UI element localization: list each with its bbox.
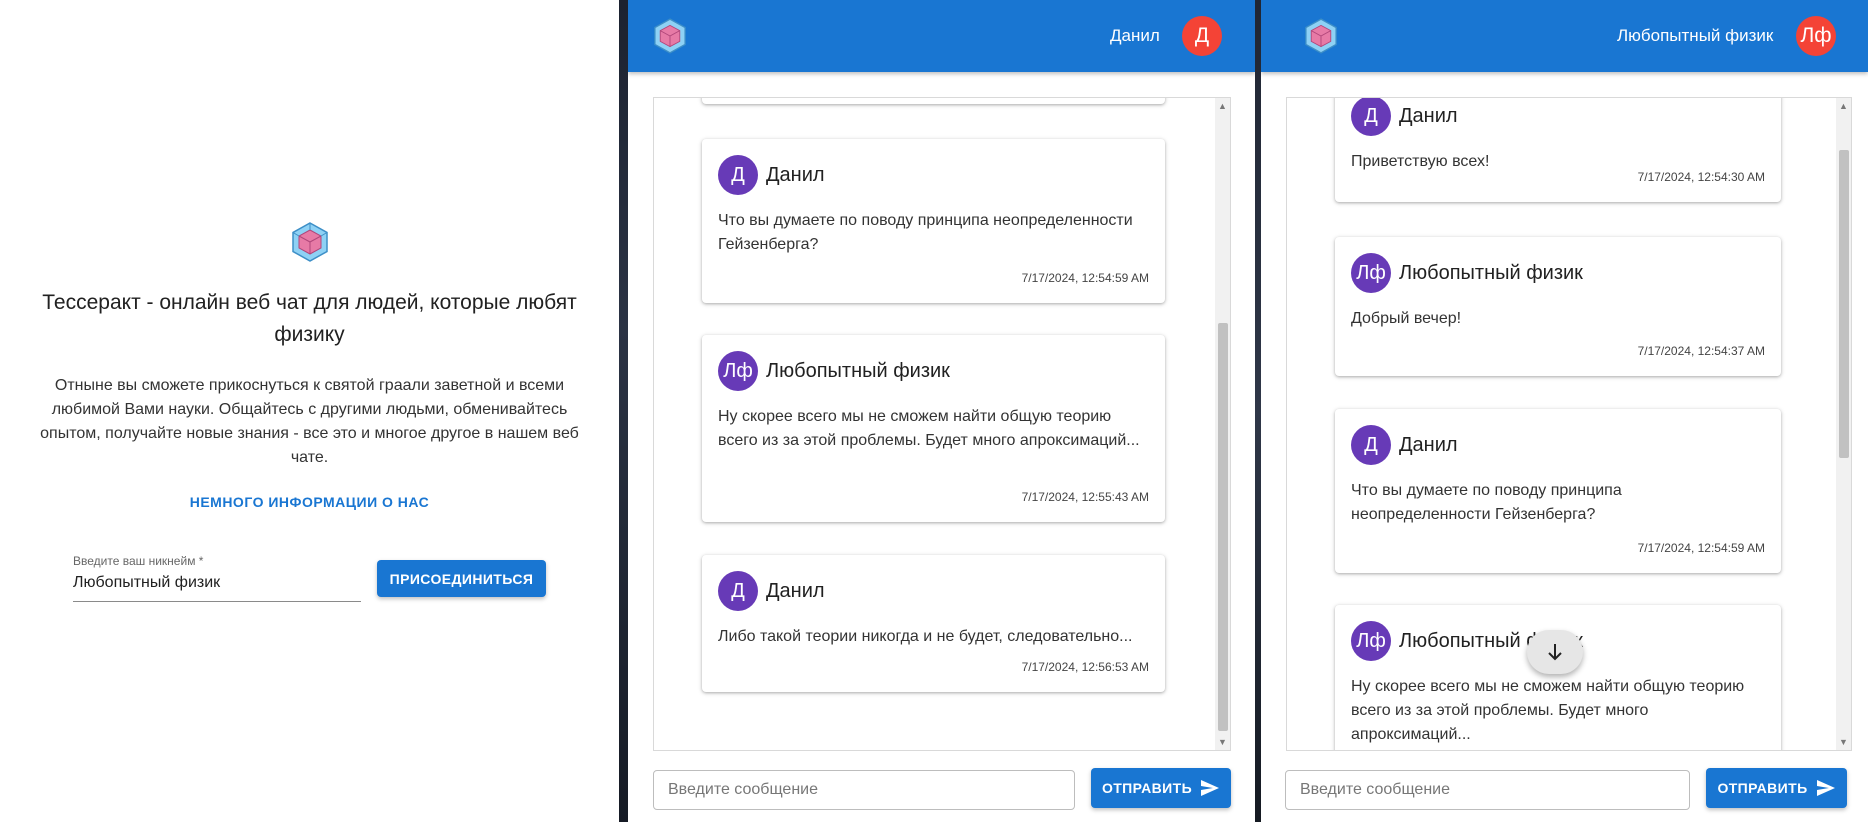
message-timestamp: 7/17/2024, 12:54:37 AM <box>1637 344 1765 358</box>
send-button[interactable]: Отправить <box>1091 768 1231 808</box>
join-button[interactable]: Присоединиться <box>377 560 546 597</box>
message-timestamp: 7/17/2024, 12:54:59 AM <box>1021 271 1149 285</box>
message-list[interactable]: Д Данил Приветствую всех! 7/17/2024, 12:… <box>1286 97 1852 751</box>
scrollbar[interactable]: ▲ ▼ <box>1836 98 1851 750</box>
send-button-label: Отправить <box>1101 780 1193 796</box>
current-user-name: Любопытный физик <box>1617 26 1774 45</box>
page-description: Отныне вы сможете прикоснуться к святой … <box>40 377 579 466</box>
scrollbar-thumb[interactable] <box>1218 323 1228 731</box>
author-avatar: Д <box>718 155 758 195</box>
current-user-name: Данил <box>1110 26 1160 45</box>
scroll-to-bottom-button[interactable] <box>1527 630 1583 674</box>
message-card: Лф Любопытный физик Ну скорее всего мы н… <box>1335 605 1781 750</box>
send-icon <box>1816 780 1835 796</box>
author-name: Данил <box>766 580 825 602</box>
message-input-wrapper[interactable] <box>1285 770 1690 810</box>
message-timestamp: 7/17/2024, 12:54:30 AM <box>1637 170 1765 184</box>
scrollbar[interactable]: ▲ ▼ <box>1215 98 1230 750</box>
scroll-down-arrow-icon[interactable]: ▼ <box>1215 734 1230 750</box>
author-avatar: Д <box>1351 425 1391 465</box>
message-input[interactable] <box>654 771 1074 809</box>
arrow-down-icon <box>1548 644 1562 661</box>
nickname-input[interactable] <box>73 574 361 592</box>
scrollbar-thumb[interactable] <box>1839 150 1849 458</box>
author-avatar: Лф <box>1351 253 1391 293</box>
message-timestamp: 7/17/2024, 12:54:59 AM <box>1637 541 1765 555</box>
tesseract-cube-icon <box>1305 18 1337 54</box>
message-list[interactable]: Д Данил Что вы думаете по поводу принцип… <box>653 97 1231 751</box>
message-card: Д Данил Что вы думаете по поводу принцип… <box>702 139 1165 303</box>
user-avatar[interactable]: Д <box>1182 16 1222 56</box>
message-text: Либо такой теории никогда и не будет, сл… <box>718 628 1133 645</box>
message-card: Лф Любопытный физик Добрый вечер! 7/17/2… <box>1335 237 1781 376</box>
message-timestamp: 7/17/2024, 12:56:53 AM <box>1021 660 1149 674</box>
author-name: Любопытный физик <box>1399 262 1583 284</box>
scroll-up-icon[interactable]: ▲ <box>1836 98 1851 114</box>
nickname-field[interactable]: Введите ваш никнейм * <box>73 552 361 602</box>
scroll-up-icon[interactable]: ▲ <box>1215 98 1230 114</box>
message-card: Лф Любопытный физик Ну скорее всего мы н… <box>702 335 1165 522</box>
app-bar: Любопытный физик Лф <box>1261 0 1868 72</box>
message-card: Д Данил Либо такой теории никогда и не б… <box>702 555 1165 692</box>
message-card: Д Данил Приветствую всех! 7/17/2024, 12:… <box>1335 98 1781 202</box>
message-timestamp: 7/17/2024, 12:55:43 AM <box>1021 490 1149 504</box>
message-input[interactable] <box>1286 771 1689 809</box>
user-avatar[interactable]: Лф <box>1796 16 1836 56</box>
send-button-label: Отправить <box>1717 780 1808 796</box>
tesseract-cube-icon <box>292 222 328 262</box>
nickname-label: Введите ваш никнейм * <box>73 554 204 568</box>
message-card-partial <box>702 98 1165 104</box>
app-bar: Данил Д <box>628 0 1255 72</box>
message-input-wrapper[interactable] <box>653 770 1075 810</box>
scroll-down-arrow-icon[interactable]: ▼ <box>1836 734 1851 750</box>
message-text: Ну скорее всего мы не сможем найти общую… <box>1351 678 1745 743</box>
chat-window-danil: Данил Д Д Данил Что вы думаете по поводу… <box>628 0 1255 822</box>
author-name: Данил <box>1399 105 1458 127</box>
message-text: Ну скорее всего мы не сможем найти общую… <box>718 408 1140 449</box>
page-title: Тессеракт - онлайн веб чат для людей, ко… <box>42 291 577 346</box>
send-button[interactable]: Отправить <box>1706 768 1847 808</box>
about-link[interactable]: Немного информации о нас <box>0 494 619 510</box>
author-avatar: Лф <box>1351 621 1391 661</box>
chat-window-physicist: Любопытный физик Лф Д Данил Приветствую … <box>1261 0 1868 822</box>
message-text: Добрый вечер! <box>1351 310 1462 327</box>
message-text: Что вы думаете по поводу принципа неопре… <box>718 212 1133 253</box>
message-text: Что вы думаете по поводу принципа неопре… <box>1351 482 1622 523</box>
author-avatar: Д <box>1351 98 1391 136</box>
landing-page: Тессеракт - онлайн веб чат для людей, ко… <box>0 0 619 822</box>
author-name: Данил <box>766 164 825 186</box>
tesseract-cube-icon <box>654 18 686 54</box>
author-avatar: Д <box>718 571 758 611</box>
message-card: Д Данил Что вы думаете по поводу принцип… <box>1335 409 1781 573</box>
author-name: Данил <box>1399 434 1458 456</box>
author-avatar: Лф <box>718 351 758 391</box>
send-icon <box>1201 780 1220 796</box>
author-name: Любопытный физик <box>766 360 950 382</box>
